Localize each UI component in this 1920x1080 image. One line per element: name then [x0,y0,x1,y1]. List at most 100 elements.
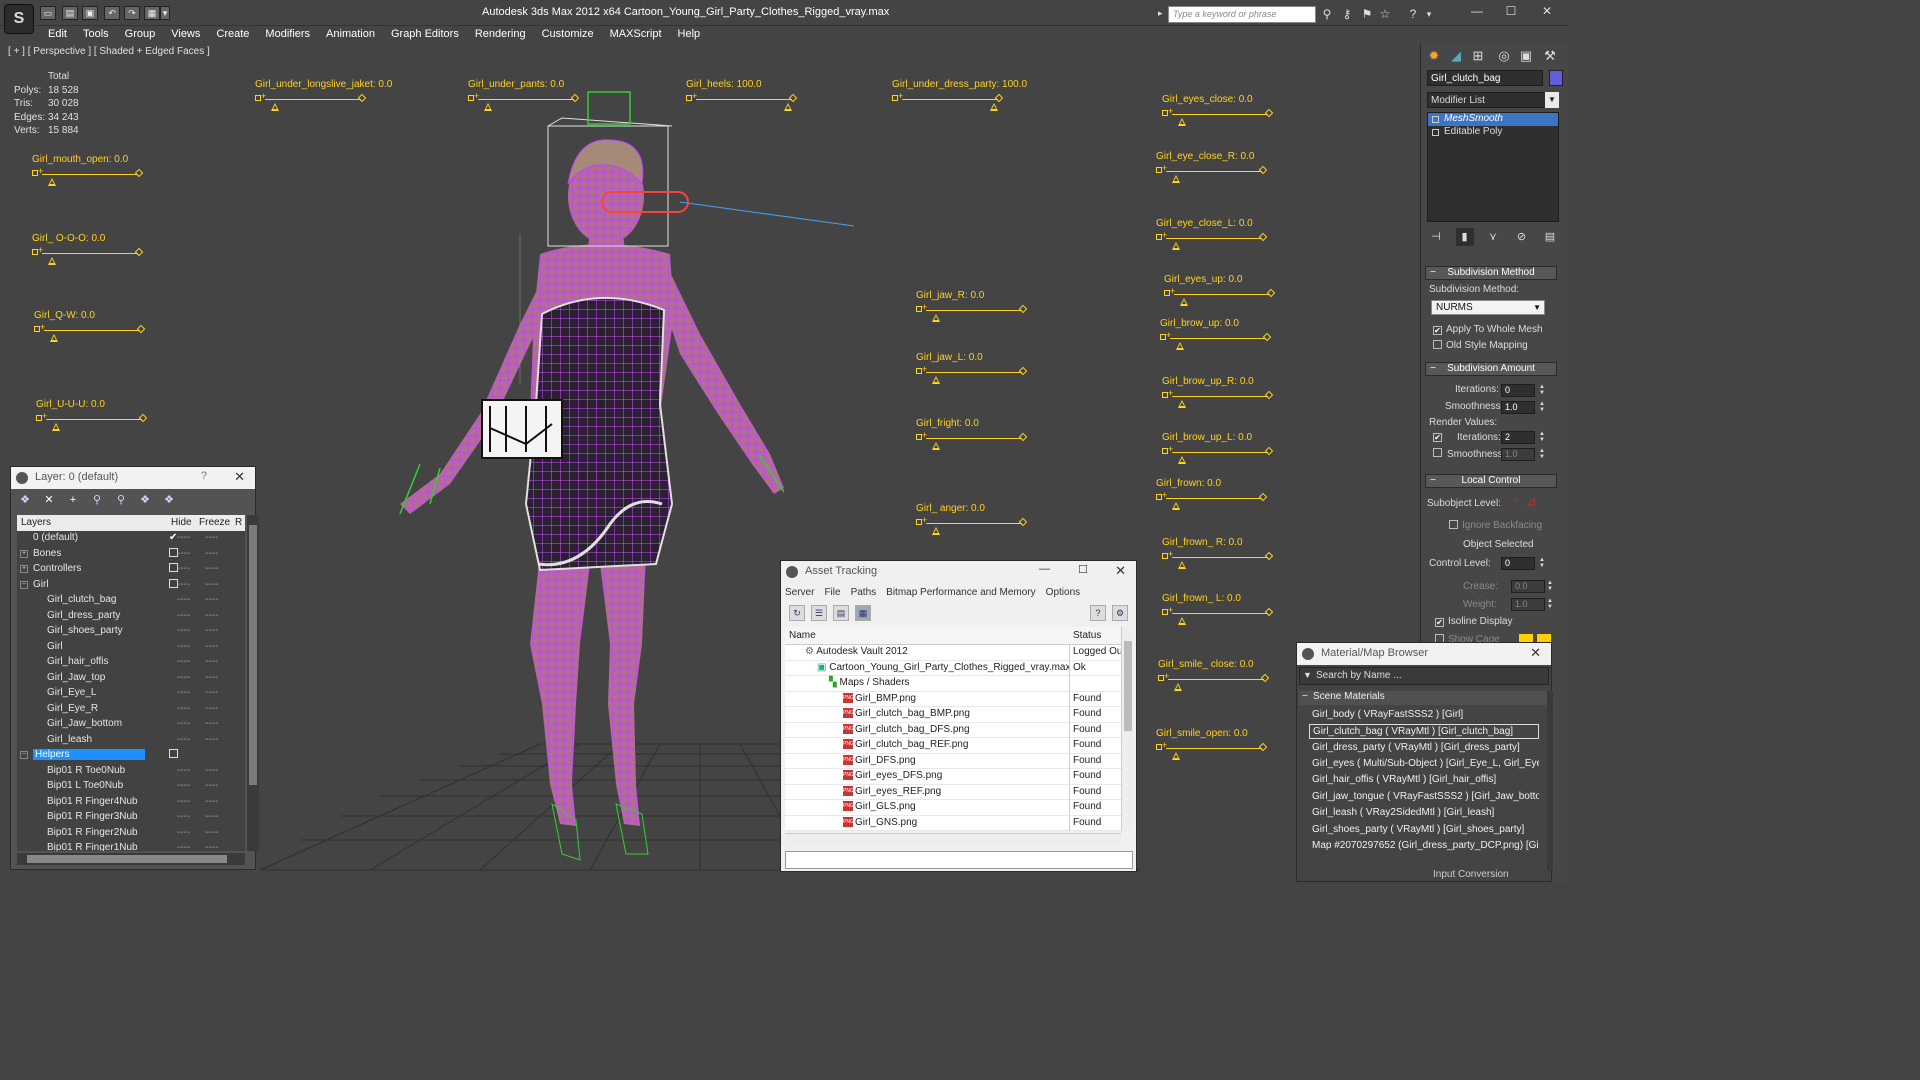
asset-help-icon[interactable]: ? [1090,605,1106,621]
material-item-selected[interactable]: Girl_clutch_bag ( VRayMtl ) [Girl_clutch… [1309,724,1539,739]
layer-vertical-scrollbar[interactable] [247,515,259,851]
material-scrollbar[interactable] [1547,691,1553,871]
display-tab-icon[interactable]: ▣ [1517,47,1535,65]
help-dropdown-icon[interactable]: ▾ [1422,7,1436,21]
object-row[interactable]: Girl ---- ---- [17,640,245,656]
collapse-icon[interactable]: − [1302,691,1308,702]
open-file-icon[interactable]: ▤ [62,6,78,20]
morph-slider-brow-up[interactable]: Girl_brow_up: 0.0 + [1160,318,1300,358]
menu-maxscript[interactable]: MAXScript [602,26,670,42]
search-input[interactable]: Type a keyword or phrase [1168,6,1316,23]
morph-slider-under-dress-party[interactable]: Girl_under_dress_party: 100.0 + [892,79,1032,119]
quick-access-dropdown-icon[interactable]: ▾ [160,6,170,20]
material-browser-titlebar[interactable]: Material/Map Browser ✕ [1297,643,1551,665]
asset-minimize-button[interactable]: — [1039,563,1050,575]
morph-slider-under-longslive-jaket[interactable]: Girl_under_longslive_jaket: 0.0 + [255,79,395,119]
object-row[interactable]: Bip01 R Toe0Nub ---- ---- [17,764,245,780]
morph-slider-eyes-close[interactable]: Girl_eyes_close: 0.0 + [1162,94,1302,134]
spinner-arrows-icon[interactable]: ▲ ▼ [1547,580,1553,593]
morph-slider-smile-open[interactable]: Girl_smile_open: 0.0 + [1156,728,1296,768]
morph-slider-mouth-open[interactable]: Girl_mouth_open: 0.0 + [32,154,172,194]
binoculars-icon[interactable]: ⚲ [1320,7,1334,21]
object-row[interactable]: Girl_leash ---- ---- [17,733,245,749]
asset-row[interactable]: PNGGirl_DFS.png Found [785,753,1121,769]
object-row[interactable]: Bip01 L Toe0Nub ---- ---- [17,779,245,795]
object-row[interactable]: Bip01 R Finger4Nub ---- ---- [17,795,245,811]
undo-icon[interactable]: ↶ [104,6,120,20]
object-name-field[interactable]: Girl_clutch_bag [1427,70,1543,86]
options-dropdown-icon[interactable]: ▼ [1303,670,1312,680]
menu-group[interactable]: Group [117,26,164,42]
asset-row[interactable]: PNGGirl_eyes_REF.png Found [785,784,1121,800]
morph-slider-smile-close[interactable]: Girl_smile_ close: 0.0 + [1158,659,1298,699]
refresh-icon[interactable]: ↻ [789,605,805,621]
asset-status-column-header[interactable]: Status [1073,630,1101,641]
apply-whole-mesh-checkbox[interactable]: ✔ Apply To Whole Mesh [1433,324,1543,335]
close-window-button[interactable]: ✕ [1532,4,1562,20]
redo-icon[interactable]: ↷ [124,6,140,20]
smoothness-spinner[interactable]: 1.0 [1501,401,1535,414]
input-conversion-group[interactable]: Input Conversion [1433,869,1509,880]
material-item[interactable]: Girl_jaw_tongue ( VRayFastSSS2 ) [Girl_J… [1309,790,1539,805]
morph-slider-under-pants[interactable]: Girl_under_pants: 0.0 + [468,79,608,119]
material-item[interactable]: Girl_shoes_party ( VRayMtl ) [Girl_shoes… [1309,823,1539,838]
layer-help-button[interactable]: ? [201,470,207,482]
render-smoothness-checkbox[interactable] [1433,448,1446,459]
object-row[interactable]: Girl_clutch_bag ---- ---- [17,593,245,609]
asset-menu-options[interactable]: Options [1046,587,1080,599]
layer-panel-titlebar[interactable]: Layer: 0 (default) ? ✕ [11,467,255,489]
object-row[interactable]: Girl_shoes_party ---- ---- [17,624,245,640]
control-level-spinner[interactable]: 0 [1501,557,1535,570]
vertex-subobject-icon[interactable]: ⁘ [1511,496,1519,507]
viewport-label[interactable]: [ + ] [ Perspective ] [ Shaded + Edged F… [8,46,210,57]
morph-slider-o-o-o[interactable]: Girl_ O-O-O: 0.0 + [32,233,172,273]
layer-horizontal-scrollbar[interactable] [17,853,245,865]
morph-slider-frown-l[interactable]: Girl_frown_ L: 0.0 + [1162,593,1302,633]
old-style-mapping-checkbox[interactable]: Old Style Mapping [1433,340,1528,351]
morph-slider-heels[interactable]: Girl_heels: 100.0 + [686,79,826,119]
object-row[interactable]: Bip01 R Finger1Nub ---- ---- [17,841,245,851]
object-row[interactable]: Girl_dress_party ---- ---- [17,609,245,625]
subdivision-method-rollout[interactable]: − Subdivision Method [1425,266,1557,280]
asset-row[interactable]: ▣ Cartoon_Young_Girl_Party_Clothes_Rigge… [785,660,1121,676]
render-column-header[interactable]: R [235,517,242,528]
menu-tools[interactable]: Tools [75,26,117,42]
maximize-button[interactable]: ☐ [1496,4,1526,20]
layer-row[interactable]: + Controllers ---- ---- [17,562,245,578]
asset-row[interactable]: PNGGirl_clutch_bag_REF.png Found [785,738,1121,754]
render-iterations-checkbox[interactable]: ✔ [1433,431,1446,442]
object-row[interactable]: Girl_Eye_L ---- ---- [17,686,245,702]
material-item[interactable]: Girl_hair_offis ( VRayMtl ) [Girl_hair_o… [1309,773,1539,788]
subdivision-amount-rollout[interactable]: − Subdivision Amount [1425,362,1557,376]
morph-slider-brow-up-l[interactable]: Girl_brow_up_L: 0.0 + [1162,432,1302,472]
select-objects-icon[interactable]: ⚲ [89,492,105,508]
asset-row[interactable]: ▚ Maps / Shaders [785,676,1121,692]
hierarchy-tab-icon[interactable]: ⊞ [1469,47,1487,65]
modify-tab-icon[interactable]: ◢ [1447,47,1465,65]
asset-row[interactable]: PNGGirl_clutch_bag_BMP.png Found [785,707,1121,723]
save-file-icon[interactable]: ▣ [82,6,98,20]
layer-close-icon[interactable]: ✕ [234,469,245,485]
show-end-result-icon[interactable]: ▮ [1455,228,1474,246]
object-row[interactable]: Girl_hair_offis ---- ---- [17,655,245,671]
local-control-rollout[interactable]: − Local Control [1425,474,1557,488]
weight-spinner[interactable]: 1.0 [1511,598,1545,611]
layer-row[interactable]: + Bones ---- ---- [17,547,245,563]
asset-close-icon[interactable]: ✕ [1115,563,1126,579]
list-view-icon[interactable]: ☰ [811,605,827,621]
material-item[interactable]: Girl_leash ( VRay2SidedMtl ) [Girl_leash… [1309,806,1539,821]
material-item[interactable]: Map #2070297652 (Girl_dress_party_DCP.pn… [1309,839,1539,854]
asset-tools-icon[interactable]: ⚙ [1112,605,1128,621]
thumbnail-view-icon[interactable]: ▤ [833,605,849,621]
asset-vertical-scrollbar[interactable] [1121,627,1133,831]
search-expand-icon[interactable]: ▸ [1158,8,1163,19]
morph-slider-anger[interactable]: Girl_ anger: 0.0 + [916,503,1056,543]
highlight-layer-icon[interactable]: ⚲ [113,492,129,508]
stack-item-editable-poly[interactable]: Editable Poly [1428,126,1558,139]
morph-slider-q-w[interactable]: Girl_Q-W: 0.0 + [34,310,174,350]
subscription-icon[interactable]: ⚷ [1340,7,1354,21]
layers-column-header[interactable]: Layers [21,517,51,528]
iterations-spinner[interactable]: 0 [1501,384,1535,397]
layer-row[interactable]: − Girl ---- ---- [17,578,245,594]
spinner-arrows-icon[interactable]: ▲ ▼ [1539,431,1545,444]
